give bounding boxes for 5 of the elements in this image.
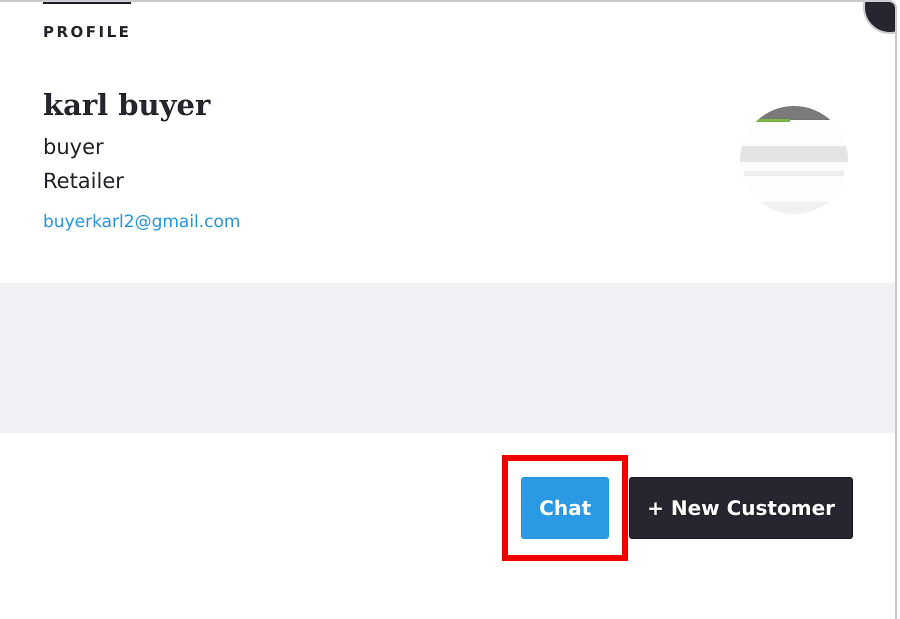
new-customer-button[interactable]: + New Customer (629, 477, 853, 539)
profile-name: karl buyer (43, 88, 212, 122)
profile-role: buyer (43, 134, 105, 161)
profile-type: Retailer (43, 168, 125, 195)
profile-tab[interactable]: PROFILE (43, 2, 132, 41)
